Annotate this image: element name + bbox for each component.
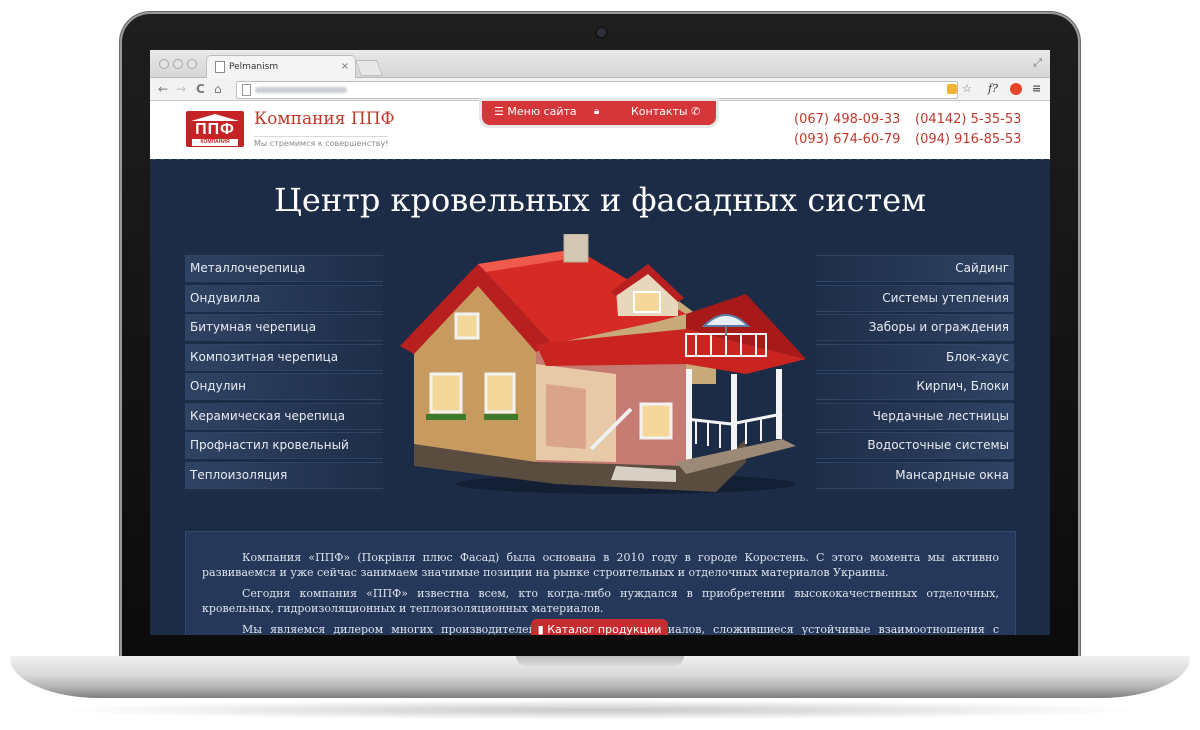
logo[interactable]: ППФ КОМПАНИЯ [186,111,244,147]
laptop-shadow [50,700,1150,720]
screen: Pelmanism × ⤢ ← → C ⌂ ☆ f? ≡ ППФ КОМПАНИ… [150,50,1050,635]
home-icon[interactable]: ⌂ [214,81,222,97]
header-scallop-border [150,155,1050,163]
tab-title: Pelmanism [229,62,279,72]
category-item[interactable]: Профнастил кровельный [185,432,383,459]
phone-4[interactable]: (094) 916-85-53 [915,132,1021,147]
browser-tab-bar: Pelmanism × ⤢ [150,50,1050,78]
category-item[interactable]: Металлочерепица [185,255,383,282]
new-tab-button[interactable] [355,60,383,76]
fullscreen-icon[interactable]: ⤢ [1033,56,1042,70]
page-icon [242,84,251,96]
browser-tab[interactable]: Pelmanism × [206,55,356,78]
contacts-button[interactable]: Контакты ✆ [631,104,700,120]
webcam [597,28,606,37]
reload-icon[interactable]: C [196,81,205,97]
category-item[interactable]: Водосточные системы [816,432,1014,459]
category-item[interactable]: Кирпич, Блоки [816,373,1014,400]
about-paragraph: Компания «ППФ» (Покрівля плюс Фасад) был… [202,551,999,579]
forward-icon[interactable]: → [176,81,186,97]
laptop-notch [516,656,684,666]
page-icon [215,61,225,73]
lock-icon[interactable]: 🔒︎ [594,104,599,120]
menu-icon[interactable]: ≡ [1032,81,1041,97]
category-item[interactable]: Керамическая черепица [185,402,383,430]
category-item[interactable]: Битумная черепица [185,314,383,341]
logo-letters: ППФ [195,121,235,138]
category-item[interactable]: Чердачные лестницы [816,402,1014,430]
category-item[interactable]: Ондулин [185,373,383,400]
site-menu-label: Меню сайта [507,105,577,118]
phone-2[interactable]: (093) 674-60-79 [794,132,900,147]
left-category-list: Металлочерепица Ондувилла Битумная череп… [185,255,383,491]
company-name: Компания ППФ [254,109,395,129]
window-minimize-button[interactable] [173,59,183,69]
contacts-label: Контакты [631,105,688,118]
category-item[interactable]: Ондувилла [185,284,383,312]
catalog-button[interactable]: ▮ Каталог продукции [531,619,668,635]
logo-roof-shape [191,114,239,121]
window-zoom-button[interactable] [187,59,197,69]
category-item[interactable]: Теплоизоляция [185,461,383,489]
extension-icon[interactable] [947,84,957,94]
site-header: ППФ КОМПАНИЯ Компания ППФ Мы стремимся к… [150,101,1050,159]
category-item[interactable]: Сайдинг [816,255,1014,282]
bookmark-star-icon[interactable]: ☆ [962,81,972,97]
category-item[interactable]: Системы утепления [816,284,1014,312]
category-item[interactable]: Композитная черепица [185,343,383,371]
hamburger-icon: ☰ [494,105,504,118]
site-menu-button[interactable]: ☰ Меню сайта [494,104,577,120]
stumbleupon-icon[interactable] [1010,83,1022,95]
phone-icon: ✆ [691,105,701,118]
book-icon: ▮ [537,623,544,635]
right-category-list: Сайдинг Системы утепления Заборы и ограж… [816,255,1014,491]
tab-close-icon[interactable]: × [341,56,349,78]
category-item[interactable]: Мансардные окна [816,461,1014,489]
hero-title: Центр кровельных и фасадных систем [273,181,927,219]
category-item[interactable]: Заборы и ограждения [816,314,1014,341]
url-text-blurred [255,87,347,93]
catalog-button-label: Каталог продукции [547,623,662,635]
phone-1[interactable]: (067) 498-09-33 [794,112,900,127]
address-bar[interactable] [236,81,958,99]
slogan: Мы стремимся к совершенству! [254,136,389,148]
top-menu: ☰ Меню сайта 🔒︎ Контакты ✆ [482,101,716,125]
extension-f-icon[interactable]: f? [988,81,998,97]
category-item[interactable]: Блок-хаус [816,343,1014,371]
house-illustration [400,234,806,494]
logo-caption: КОМПАНИЯ [192,139,238,146]
phone-3[interactable]: (04142) 5-35-53 [915,112,1021,127]
back-icon[interactable]: ← [158,81,168,97]
about-paragraph: Сегодня компания «ППФ» известна всем, кт… [202,587,999,615]
browser-toolbar: ← → C ⌂ ☆ f? ≡ [150,78,1050,101]
window-close-button[interactable] [159,59,169,69]
